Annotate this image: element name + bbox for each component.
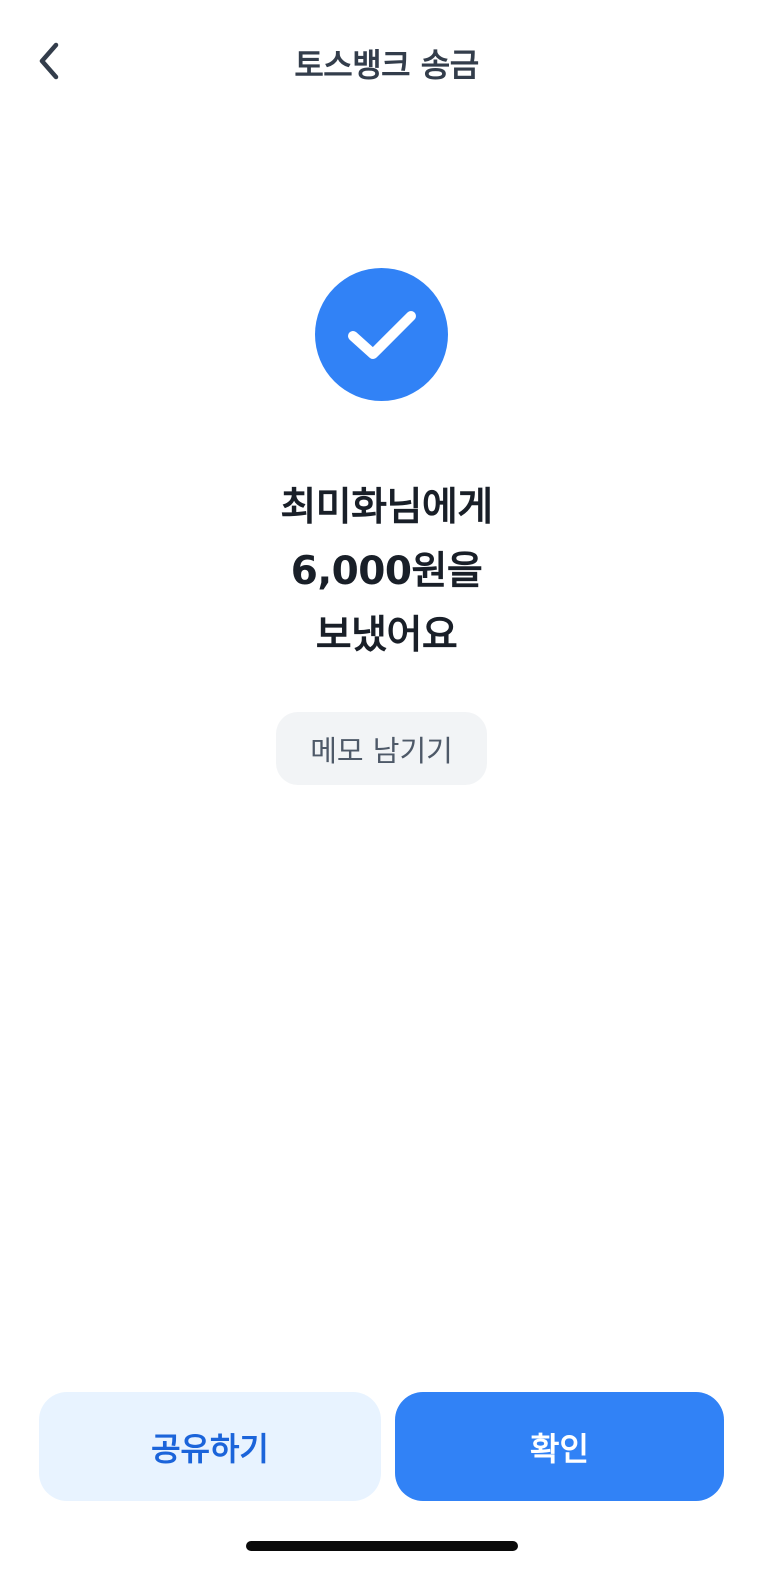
amount-line: 6,000원을 xyxy=(290,549,483,594)
recipient-line: 최미화님에게 xyxy=(280,485,493,530)
page-title: 토스뱅크 송금 xyxy=(294,46,479,84)
check-icon xyxy=(347,310,416,359)
transfer-result-message: 최미화님에게 6,000원을 보냈어요 xyxy=(0,476,773,668)
share-button[interactable]: 공유하기 xyxy=(39,1392,381,1501)
top-bar: 토스뱅크 송금 xyxy=(0,0,773,120)
home-indicator xyxy=(246,1541,518,1551)
status-line: 보냈어요 xyxy=(315,613,458,658)
leave-memo-button[interactable]: 메모 남기기 xyxy=(276,712,487,785)
confirm-button[interactable]: 확인 xyxy=(395,1392,724,1501)
success-badge xyxy=(315,268,448,401)
